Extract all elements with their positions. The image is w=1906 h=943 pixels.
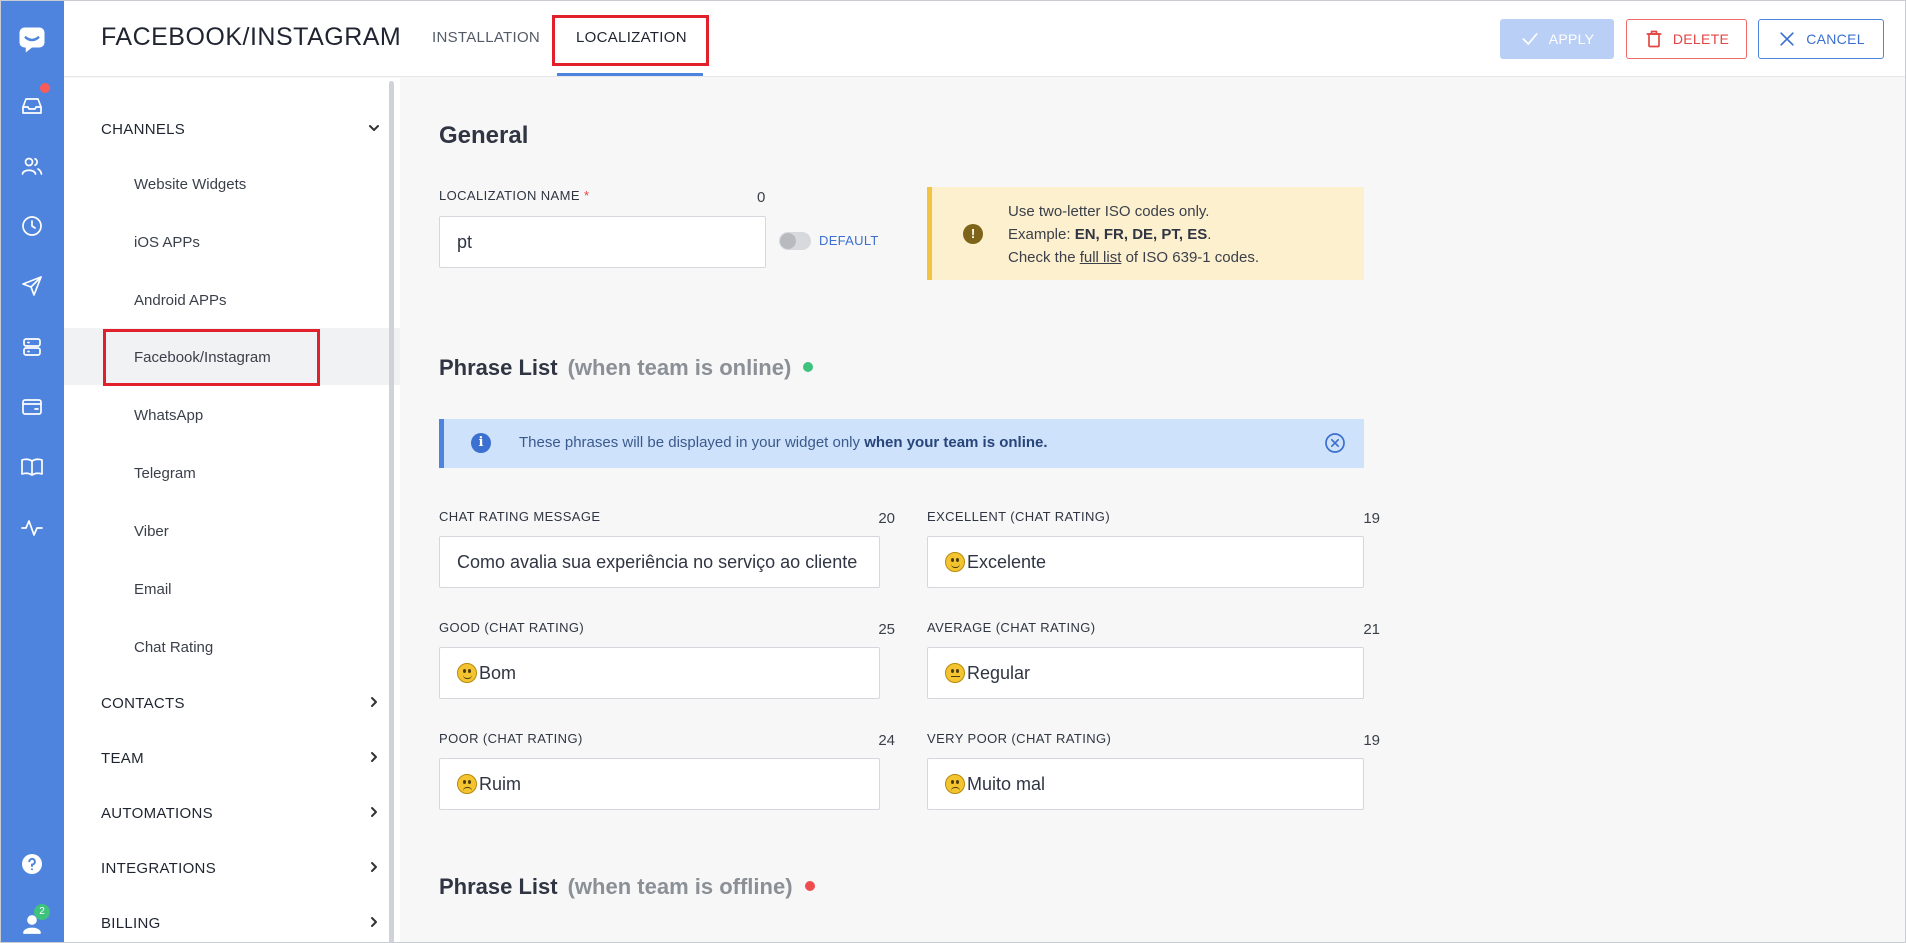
app-window: 2 FACEBOOK/INSTAGRAM INSTALLATION LOCALI… xyxy=(0,0,1906,943)
localization-name-input[interactable]: pt xyxy=(439,216,766,268)
section-heading-offline: Phrase List (when team is offline) xyxy=(439,874,815,900)
poor-rating-input[interactable]: Ruim xyxy=(439,758,880,810)
chevron-right-icon[interactable] xyxy=(367,860,381,874)
default-toggle[interactable] xyxy=(779,232,811,250)
good-rating-counter: 25 xyxy=(878,621,895,638)
delete-button[interactable]: DELETE xyxy=(1626,19,1747,59)
iso-hint-box: ! Use two-letter ISO codes only. Example… xyxy=(927,187,1364,280)
average-rating-label: AVERAGE (CHAT RATING) xyxy=(927,620,1096,635)
confused-emoji-icon xyxy=(457,774,477,794)
nav-section-billing[interactable]: BILLING xyxy=(101,915,161,932)
neutral-emoji-icon xyxy=(945,663,965,683)
nav-scrollbar[interactable] xyxy=(389,81,394,942)
user-badge: 2 xyxy=(34,904,50,920)
wallet-icon[interactable] xyxy=(17,392,47,422)
check-icon xyxy=(1522,33,1538,45)
nav-section-contacts[interactable]: CONTACTS xyxy=(101,695,185,712)
notification-dot xyxy=(40,83,50,93)
chat-rating-message-label: CHAT RATING MESSAGE xyxy=(439,509,601,524)
info-icon: i xyxy=(471,433,491,453)
sidebar-item-website-widgets[interactable]: Website Widgets xyxy=(134,176,246,193)
online-info-banner: i These phrases will be displayed in you… xyxy=(439,419,1364,468)
chevron-right-icon[interactable] xyxy=(367,915,381,929)
nav-section-channels[interactable]: CHANNELS xyxy=(101,121,185,138)
nav-section-integrations[interactable]: INTEGRATIONS xyxy=(101,860,216,877)
sidebar-item-email[interactable]: Email xyxy=(134,581,172,598)
full-list-link[interactable]: full list xyxy=(1080,249,1122,266)
slight-smile-emoji-icon xyxy=(457,663,477,683)
iso-hint-text: Use two-letter ISO codes only. Example: … xyxy=(1008,203,1259,266)
sidebar-item-ios-apps[interactable]: iOS APPs xyxy=(134,234,200,251)
activity-icon[interactable] xyxy=(17,513,47,543)
online-info-text: These phrases will be displayed in your … xyxy=(519,434,1048,451)
good-rating-input[interactable]: Bom xyxy=(439,647,880,699)
history-icon[interactable] xyxy=(17,211,47,241)
chevron-down-icon[interactable] xyxy=(367,121,381,135)
poor-rating-label: POOR (CHAT RATING) xyxy=(439,731,583,746)
average-rating-counter: 21 xyxy=(1363,621,1380,638)
nav-highlight-box xyxy=(103,329,320,386)
chat-rating-message-counter: 20 xyxy=(878,510,895,527)
send-icon[interactable] xyxy=(17,271,47,301)
tab-installation[interactable]: INSTALLATION xyxy=(432,29,540,46)
icon-rail: 2 xyxy=(1,1,64,942)
active-tab-underline xyxy=(557,73,703,76)
apply-label: APPLY xyxy=(1548,31,1595,47)
contacts-icon[interactable] xyxy=(17,151,47,181)
sidebar-item-android-apps[interactable]: Android APPs xyxy=(134,292,227,309)
close-circle-icon[interactable] xyxy=(1324,432,1346,454)
chat-logo-icon[interactable] xyxy=(17,25,47,55)
default-toggle-label[interactable]: DEFAULT xyxy=(819,233,879,248)
offline-status-dot xyxy=(804,881,815,892)
apply-button[interactable]: APPLY xyxy=(1500,19,1614,59)
smile-emoji-icon xyxy=(945,552,965,572)
chevron-right-icon[interactable] xyxy=(367,750,381,764)
section-heading-general: General xyxy=(439,122,529,149)
poor-rating-counter: 24 xyxy=(878,732,895,749)
help-icon[interactable] xyxy=(17,849,47,879)
nav-section-team[interactable]: TEAM xyxy=(101,750,144,767)
book-icon[interactable] xyxy=(17,452,47,482)
online-status-dot xyxy=(803,362,814,373)
sidebar-item-viber[interactable]: Viber xyxy=(134,523,169,540)
sidebar-item-whatsapp[interactable]: WhatsApp xyxy=(134,407,203,424)
settings-nav: CHANNELS Website Widgets iOS APPs Androi… xyxy=(64,78,400,942)
chevron-right-icon[interactable] xyxy=(367,695,381,709)
localization-name-label: LOCALIZATION NAME * xyxy=(439,188,590,203)
main-content: General LOCALIZATION NAME * 0 pt DEFAULT… xyxy=(400,78,1905,942)
very-poor-rating-input[interactable]: Muito mal xyxy=(927,758,1364,810)
chat-rating-message-input[interactable]: Como avalia sua experiência no serviço a… xyxy=(439,536,880,588)
close-icon xyxy=(1780,32,1794,46)
nav-section-automations[interactable]: AUTOMATIONS xyxy=(101,805,213,822)
warning-icon: ! xyxy=(963,224,983,244)
excellent-rating-label: EXCELLENT (CHAT RATING) xyxy=(927,509,1111,524)
good-rating-label: GOOD (CHAT RATING) xyxy=(439,620,585,635)
page-title: FACEBOOK/INSTAGRAM xyxy=(101,23,402,51)
very-poor-rating-counter: 19 xyxy=(1363,732,1380,749)
excellent-rating-counter: 19 xyxy=(1363,510,1380,527)
sidebar-item-chat-rating[interactable]: Chat Rating xyxy=(134,639,213,656)
tab-highlight-box xyxy=(552,15,709,66)
sidebar-item-telegram[interactable]: Telegram xyxy=(134,465,196,482)
average-rating-input[interactable]: Regular xyxy=(927,647,1364,699)
cancel-button[interactable]: CANCEL xyxy=(1758,19,1884,59)
excellent-rating-input[interactable]: Excelente xyxy=(927,536,1364,588)
localization-counter: 0 xyxy=(757,189,766,206)
very-poor-rating-label: VERY POOR (CHAT RATING) xyxy=(927,731,1112,746)
top-bar: FACEBOOK/INSTAGRAM INSTALLATION LOCALIZA… xyxy=(64,1,1905,77)
cancel-label: CANCEL xyxy=(1806,31,1865,47)
section-heading-online: Phrase List (when team is online) xyxy=(439,355,814,381)
chevron-right-icon[interactable] xyxy=(367,805,381,819)
inbox-icon[interactable] xyxy=(17,91,47,121)
disappointed-emoji-icon xyxy=(945,774,965,794)
delete-label: DELETE xyxy=(1672,31,1730,47)
trash-icon xyxy=(1646,30,1662,48)
database-icon[interactable] xyxy=(17,332,47,362)
